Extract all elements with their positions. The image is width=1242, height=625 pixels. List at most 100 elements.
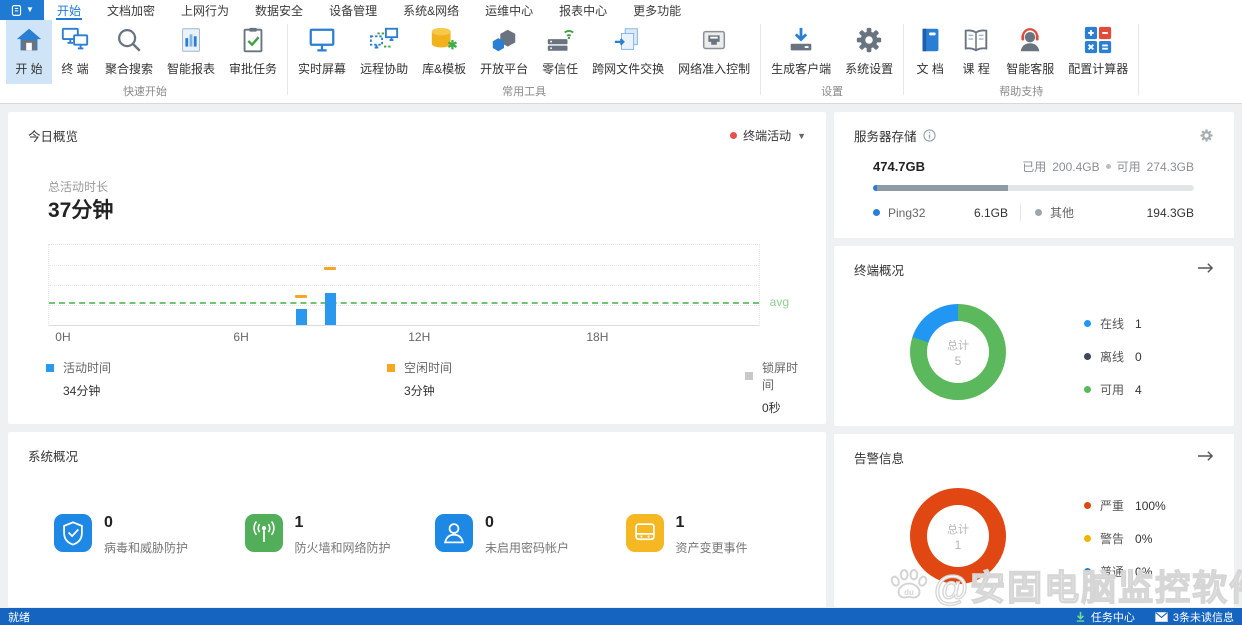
ribbon-item-network-access-control[interactable]: 网络准入控制 — [671, 20, 757, 84]
card-title: 告警信息 — [854, 452, 905, 466]
card-title: 服务器存储 — [854, 130, 917, 144]
card-title: 今日概览 — [28, 130, 79, 144]
menu-tab-data-security[interactable]: 数据安全 — [242, 0, 316, 20]
ribbon-item-courses[interactable]: 课 程 — [953, 20, 999, 84]
ribbon-item-live-screen[interactable]: 实时屏幕 — [291, 20, 353, 84]
ribbon-item-docs[interactable]: 文 档 — [907, 20, 953, 84]
ribbon-group-label: 设置 — [821, 86, 844, 98]
unread-messages-button[interactable]: 3条未读信息 — [1155, 609, 1234, 625]
server-storage-card: 服务器存储 474.7GB 已用 200.4GB 可用 274.3GB Ping… — [834, 112, 1234, 238]
idle-marker — [324, 267, 337, 271]
unread-messages-label: 3条未读信息 — [1172, 611, 1234, 624]
ribbon-item-library-templates[interactable]: 库&模板 — [415, 20, 473, 84]
info-icon[interactable] — [922, 129, 936, 142]
app-menu-button[interactable]: ▼ — [0, 0, 44, 20]
activity-bar — [325, 293, 337, 325]
ribbon-separator — [903, 24, 905, 95]
system-items: 0 病毒和威胁防护 1 防火墙和网络防护 0 未启用密码帐户 1 资产变更事件 — [54, 514, 816, 556]
activity-filter-dropdown[interactable]: 终端活动 ▼ — [730, 127, 806, 144]
ribbon-item-label: 审批任务 — [229, 62, 278, 76]
menu-tab-system-network[interactable]: 系统&网络 — [390, 0, 472, 20]
legend-item-online: 在线 1 — [1084, 314, 1142, 333]
arrow-right-icon[interactable] — [1197, 449, 1214, 467]
ribbon-item-terminals[interactable]: 终 端 — [52, 20, 98, 84]
app-window: ▼ 开始 文档加密 上网行为 数据安全 设备管理 系统&网络 运维中心 报表中心… — [0, 0, 1242, 625]
task-center-label: 任务中心 — [1090, 611, 1135, 624]
report-icon — [182, 28, 200, 52]
storage-bar-other — [877, 185, 1009, 191]
ribbon-separator — [760, 24, 762, 95]
ribbon-item-search[interactable]: 聚合搜索 — [98, 20, 160, 84]
task-center-button[interactable]: 任务中心 — [1075, 609, 1135, 625]
system-item-virus: 0 病毒和威胁防护 — [54, 514, 245, 556]
legend-dot-icon — [1084, 353, 1091, 360]
ribbon-group-label: 帮助支持 — [999, 86, 1044, 98]
menu-tab-report-center[interactable]: 报表中心 — [546, 0, 620, 20]
used-value: 200.4GB — [1052, 159, 1100, 174]
legend-dot-icon — [1084, 568, 1091, 575]
legend-value: 34分钟 — [63, 384, 101, 398]
ribbon-item-cross-network-exchange[interactable]: 跨网文件交换 — [585, 20, 671, 84]
system-count: 0 — [485, 514, 494, 531]
ribbon-item-smart-service[interactable]: 智能客服 — [999, 20, 1061, 84]
ribbon-item-approval[interactable]: 审批任务 — [222, 20, 284, 84]
ribbon-item-smart-report[interactable]: 智能报表 — [160, 20, 222, 84]
storage-breakdown: Ping32 6.1GB 其他 194.3GB — [873, 204, 1194, 221]
menu-tab-start[interactable]: 开始 — [44, 0, 94, 20]
search-icon — [118, 29, 141, 52]
legend-label: 在线 — [1100, 317, 1125, 331]
menu-tab-ops-center[interactable]: 运维中心 — [472, 0, 546, 20]
storage-settings-gear-icon[interactable] — [1199, 128, 1214, 143]
ribbon-item-zero-trust[interactable]: 零信任 — [535, 20, 585, 84]
system-overview-card: 系统概况 0 病毒和威胁防护 1 防火墙和网络防护 0 未启用密码帐户 1 资产… — [8, 432, 826, 607]
legend-dot-icon — [1084, 535, 1091, 542]
menu-bar: ▼ 开始 文档加密 上网行为 数据安全 设备管理 系统&网络 运维中心 报表中心… — [0, 0, 1242, 20]
ribbon-separator — [287, 24, 289, 95]
device-icon — [625, 514, 664, 552]
ribbon-item-label: 开 始 — [15, 62, 43, 76]
donut-center-value: 5 — [954, 353, 962, 368]
legend-dot-icon — [1035, 209, 1042, 216]
ribbon-item-remote-assist[interactable]: 远程协助 — [353, 20, 415, 84]
menu-tab-doc-encrypt[interactable]: 文档加密 — [94, 0, 168, 20]
ribbon-item-open-platform[interactable]: 开放平台 — [473, 20, 535, 84]
legend-label: 普通 — [1100, 565, 1125, 579]
card-title: 系统概况 — [28, 450, 79, 464]
status-ready: 就绪 — [8, 611, 30, 624]
filter-label: 终端活动 — [743, 129, 792, 143]
storage-total: 474.7GB — [873, 159, 926, 174]
total-activity-value: 37分钟 — [48, 199, 114, 222]
monitor-icon — [309, 28, 335, 52]
legend-label: 空闲时间 — [404, 361, 453, 375]
legend-item-available: 可用 4 — [1084, 380, 1142, 399]
ribbon-group-label: 快速开始 — [123, 86, 168, 98]
legend-label: 离线 — [1100, 350, 1125, 364]
storage-item-other: 其他 194.3GB — [1020, 204, 1194, 221]
menu-tab-device-mgmt[interactable]: 设备管理 — [316, 0, 390, 20]
legend-item-normal: 普通 0% — [1084, 562, 1166, 581]
legend-dot-icon — [1084, 320, 1091, 327]
ribbon-item-label: 课 程 — [962, 62, 990, 76]
x-tick-label: 6H — [233, 330, 249, 344]
donut-center-label: 总计 — [947, 523, 969, 536]
legend-swatch — [387, 363, 395, 372]
ribbon-item-generate-client[interactable]: 生成客户端 — [764, 20, 838, 84]
ribbon-item-label: 终 端 — [61, 62, 89, 76]
alert-legend: 严重 100% 警告 0% 普通 0% — [1084, 496, 1166, 581]
menu-tab-web-behavior[interactable]: 上网行为 — [168, 0, 242, 20]
legend-item-offline: 离线 0 — [1084, 347, 1142, 366]
ribbon-item-label: 开放平台 — [480, 62, 529, 76]
legend-label: 活动时间 — [63, 361, 112, 375]
menu-tab-more[interactable]: 更多功能 — [620, 0, 694, 20]
gridline — [49, 305, 759, 306]
arrow-right-icon[interactable] — [1197, 261, 1214, 279]
ribbon-item-config-calculator[interactable]: 配置计算器 — [1061, 20, 1135, 84]
ribbon-item-home[interactable]: 开 始 — [6, 20, 52, 84]
ribbon-item-label: 系统设置 — [845, 62, 894, 76]
ribbon-item-label: 零信任 — [542, 62, 579, 76]
ribbon-item-system-settings[interactable]: 系统设置 — [838, 20, 900, 84]
dot-separator-icon — [1105, 164, 1111, 169]
ribbon-item-label: 智能客服 — [1006, 62, 1055, 76]
ribbon-item-label: 配置计算器 — [1068, 62, 1129, 76]
avail-value: 274.3GB — [1146, 159, 1194, 174]
